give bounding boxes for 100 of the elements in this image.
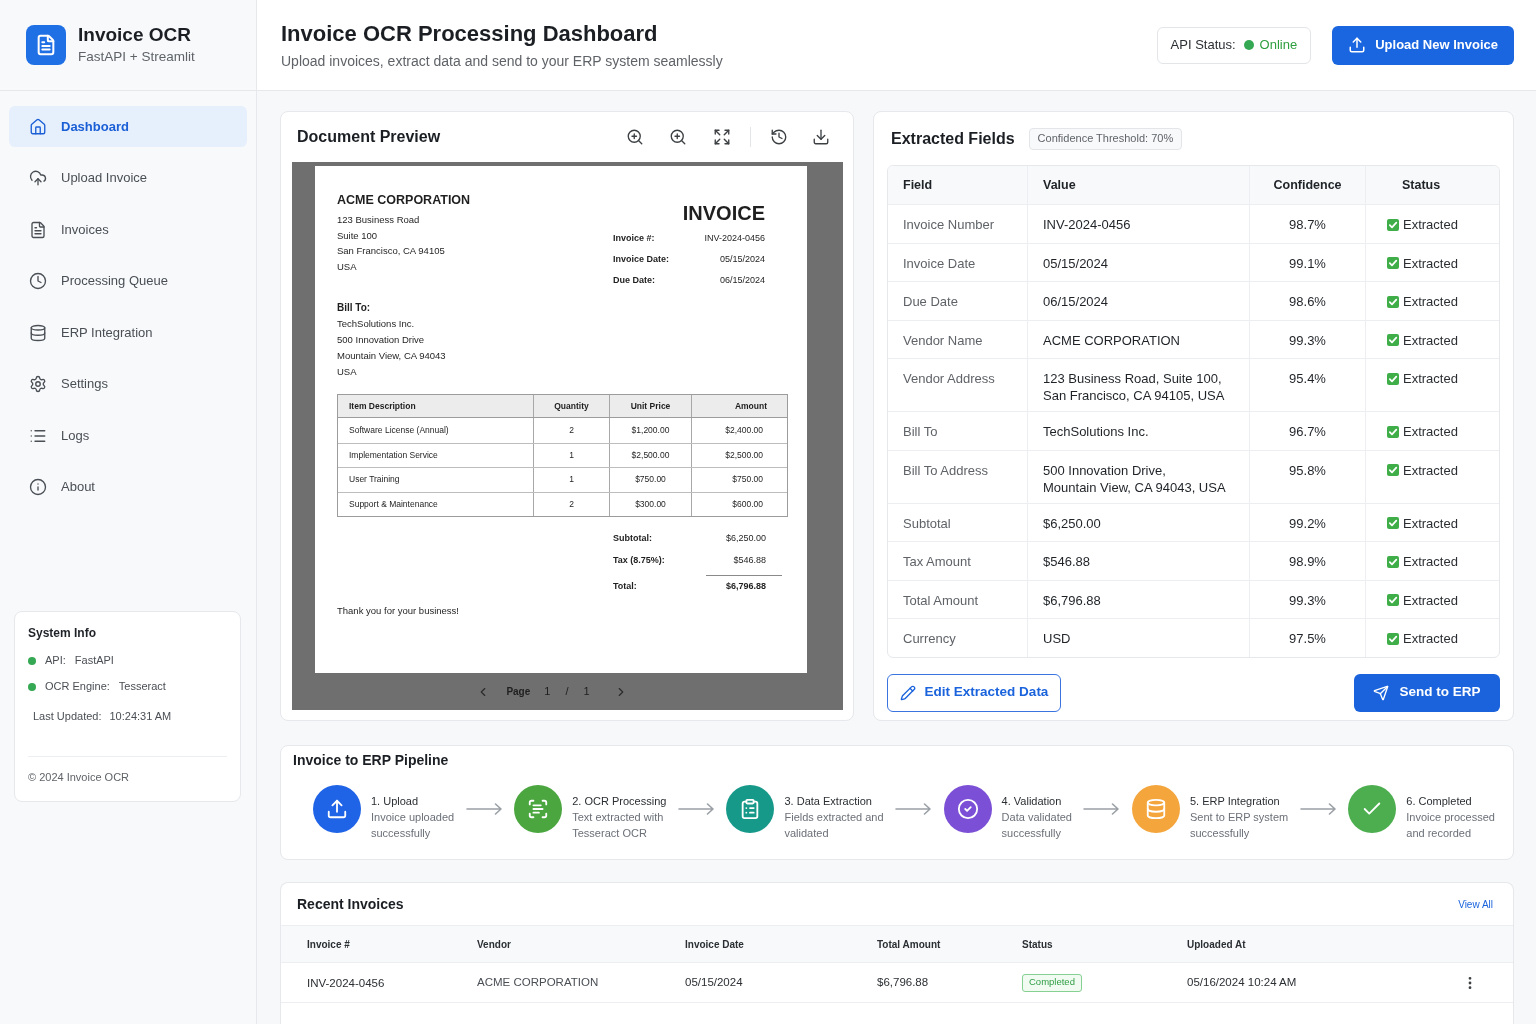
table-cell: $300.00 — [609, 492, 691, 516]
table-cell: 06/15/2024 — [1028, 282, 1250, 320]
view-all-link[interactable]: View All — [1458, 896, 1493, 912]
table-cell: TechSolutions Inc. — [1028, 412, 1250, 450]
upload-button[interactable]: Upload New Invoice — [1332, 25, 1514, 65]
column-header: Confidence — [1273, 176, 1342, 194]
table-cell: $1,200.00 — [609, 418, 691, 443]
table-cell: $6,250.00 — [1028, 503, 1250, 541]
address-line: Suite 100 — [337, 228, 378, 243]
table-cell: 500 Innovation Drive, Mountain View, CA 94043, USA — [1028, 450, 1250, 503]
table-cell-text: Software License (Annual) — [348, 423, 450, 437]
table-cell: 98.9% — [1250, 542, 1366, 580]
totals-value: $6,250.00 — [725, 532, 766, 546]
zoom-in-icon[interactable] — [626, 128, 644, 146]
info-label: Last Updated: — [33, 709, 102, 725]
column-header: Total Amount — [877, 937, 941, 952]
section-title: Invoice to ERP Pipeline — [292, 751, 449, 769]
info-value: 10:24:31 AM — [109, 709, 172, 725]
status-text: Extracted — [1403, 553, 1458, 570]
table-cell: 99.3% — [1250, 320, 1366, 358]
history-icon[interactable] — [770, 128, 788, 146]
step-title: 2. OCR Processing — [572, 794, 667, 809]
table-cell: ACME CORPORATION — [1028, 320, 1250, 358]
step-title: 3. Data Extraction — [784, 794, 872, 809]
totals-label: Total: — [613, 580, 637, 594]
arrow-icon — [1299, 803, 1337, 815]
meta-value: INV-2024-0456 — [704, 231, 765, 245]
sidebar-item[interactable]: Processing Queue — [9, 260, 247, 302]
sidebar-item[interactable]: Dashboard — [9, 106, 247, 147]
api-status-value: Online — [1259, 36, 1298, 55]
step-description: Invoice processed and recorded — [1406, 810, 1495, 841]
sidebar-item[interactable]: ERP Integration — [9, 312, 247, 353]
vendor-name: ACME CORPORATION — [337, 192, 471, 208]
uploaded-at: 05/16/2024 10:24 AM — [1187, 974, 1297, 990]
upload-icon — [1348, 36, 1367, 54]
table-cell: 98.7% — [1250, 205, 1366, 243]
page-total: 1 — [583, 684, 590, 700]
app-subtitle: FastAPI + Streamlit — [78, 48, 195, 66]
table-cell: 1 — [533, 443, 609, 467]
zoom-in-icon[interactable] — [669, 128, 687, 146]
info-label: OCR Engine: — [45, 679, 110, 695]
step-description: Data validated successfully — [1001, 810, 1072, 841]
sidebar-item[interactable]: About — [9, 466, 247, 508]
sidebar-item[interactable]: Invoices — [9, 209, 247, 250]
table-cell: Due Date — [888, 282, 1028, 320]
panel-title: System Info — [28, 624, 97, 641]
page-label: Page — [506, 685, 531, 699]
api-status-label: API Status: — [1170, 36, 1236, 55]
threshold-tag: Confidence Threshold: 70% — [1028, 127, 1183, 150]
page-title: Invoice OCR Processing Dashboard — [281, 20, 659, 48]
send-to-erp-button[interactable]: Send to ERP — [1354, 673, 1500, 712]
edit-data-button[interactable]: Edit Extracted Data — [887, 673, 1061, 712]
copyright-text: © 2024 Invoice OCR — [28, 769, 131, 785]
status-text: Extracted — [1403, 254, 1458, 272]
section-title: Document Preview — [297, 127, 441, 147]
step-description: Sent to ERP system successfully — [1190, 810, 1289, 841]
column-header: Item Description — [348, 399, 417, 413]
table-cell: 97.5% — [1250, 619, 1366, 657]
table-cell: 99.3% — [1250, 580, 1366, 618]
expand-icon[interactable] — [713, 128, 731, 146]
column-header: Amount — [691, 395, 787, 417]
step-title: 5. ERP Integration — [1190, 794, 1280, 809]
table-cell: $546.88 — [1028, 542, 1250, 580]
arrow-icon — [677, 803, 715, 815]
invoice-number: INV-2024-0456 — [307, 975, 385, 991]
column-header: Value — [1043, 176, 1076, 194]
meta-label: Due Date: — [613, 273, 655, 287]
sidebar-item[interactable]: Logs — [9, 415, 247, 456]
bill-to-line: USA — [337, 365, 357, 379]
info-value: Tesseract — [118, 679, 166, 695]
column-header: Quantity — [533, 395, 609, 417]
info-icon — [29, 478, 47, 496]
table-cell: 2 — [533, 492, 609, 516]
total-amount: $6,796.88 — [877, 974, 929, 990]
cloud-upload-icon — [29, 169, 47, 187]
download-icon[interactable] — [812, 128, 830, 146]
meta-label: Invoice Date: — [613, 252, 670, 266]
status-text: Extracted — [1403, 370, 1458, 387]
bill-to-line: 500 Innovation Drive — [337, 333, 425, 347]
table-cell: 99.1% — [1250, 243, 1366, 281]
table-cell: Subtotal — [888, 503, 1028, 541]
column-header: Field — [903, 176, 933, 194]
column-header: Status — [1402, 176, 1441, 194]
sidebar-item[interactable]: Upload Invoice — [9, 157, 247, 199]
address-line: San Francisco, CA 94105 — [337, 244, 445, 258]
page-number: 1 — [544, 684, 551, 700]
table-cell: USD — [1028, 619, 1250, 657]
page-separator: / — [565, 684, 569, 700]
step-description: Text extracted with Tesseract OCR — [572, 810, 664, 841]
step-description: Fields extracted and validated — [784, 810, 884, 841]
meta-label: Invoice #: — [613, 231, 655, 245]
table-cell: $2,500.00 — [691, 443, 787, 467]
sidebar-item[interactable]: Settings — [9, 363, 247, 405]
bill-to-line: Mountain View, CA 94043 — [337, 349, 446, 363]
pencil-icon — [899, 684, 916, 701]
table-cell: 95.8% — [1250, 450, 1366, 503]
logo-icon — [26, 25, 66, 65]
home-icon — [29, 117, 47, 136]
address-line: 123 Business Road — [337, 213, 420, 227]
totals-label: Subtotal: — [613, 532, 652, 546]
